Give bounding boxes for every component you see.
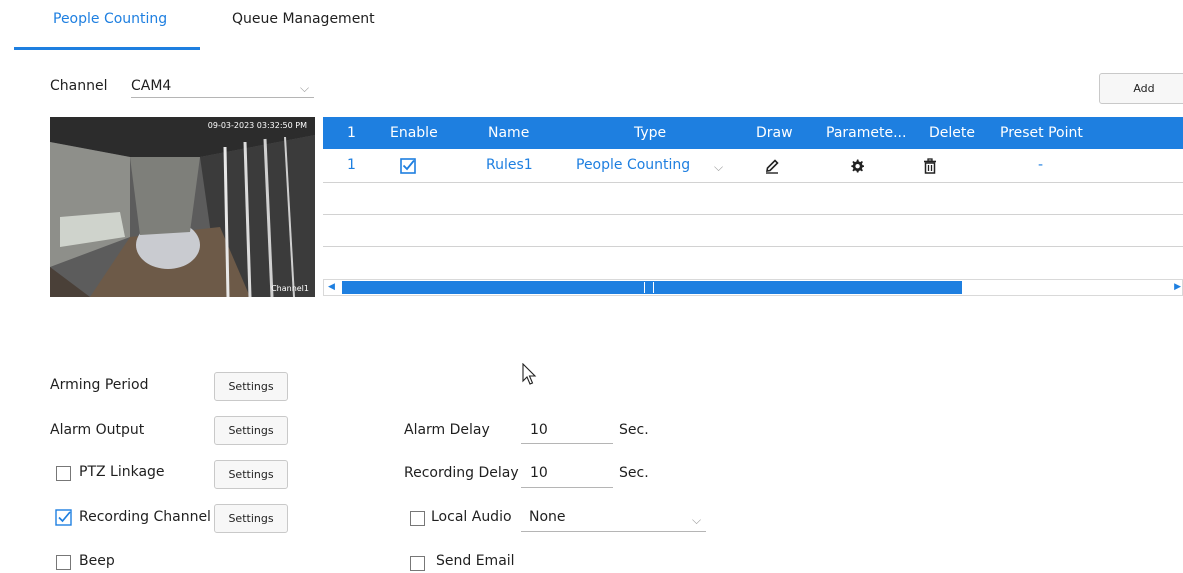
video-channel-label: Channel1 xyxy=(271,284,309,293)
recording-channel-settings-button[interactable]: Settings xyxy=(214,504,288,533)
header-name: Name xyxy=(488,125,530,141)
enable-checkbox[interactable] xyxy=(400,158,416,178)
header-type: Type xyxy=(634,125,667,141)
ptz-linkage-label: PTZ Linkage xyxy=(79,464,165,480)
beep-checkbox[interactable] xyxy=(56,555,71,570)
scroll-right-icon[interactable]: ▶ xyxy=(1174,282,1181,292)
local-audio-checkbox[interactable] xyxy=(410,511,425,526)
channel-label: Channel xyxy=(50,78,108,94)
local-audio-select-value: None xyxy=(529,509,566,525)
alarm-output-settings-button[interactable]: Settings xyxy=(214,416,288,445)
alarm-delay-value: 10 xyxy=(530,422,548,438)
rule-name: Rules1 xyxy=(486,157,533,173)
header-enable: Enable xyxy=(390,125,438,141)
grip-icon xyxy=(644,282,654,293)
tab-people-counting[interactable]: People Counting xyxy=(53,11,167,27)
chevron-down-icon: ⌵ xyxy=(300,81,310,95)
header-delete: Delete xyxy=(929,125,975,141)
ptz-linkage-checkbox[interactable] xyxy=(56,466,71,481)
tab-queue-management[interactable]: Queue Management xyxy=(232,11,375,27)
header-parameters: Paramete... xyxy=(826,125,907,141)
send-email-label: Send Email xyxy=(436,553,515,569)
recording-delay-input[interactable] xyxy=(521,487,613,488)
recording-channel-checkbox[interactable] xyxy=(55,509,72,530)
row-divider xyxy=(323,246,1183,247)
video-preview[interactable]: 09-03-2023 03:32:50 PM Channel1 xyxy=(50,117,315,297)
preset-point-value: - xyxy=(1038,157,1044,173)
alarm-delay-input[interactable] xyxy=(521,443,613,444)
alarm-delay-unit: Sec. xyxy=(619,422,649,438)
video-timestamp: 09-03-2023 03:32:50 PM xyxy=(207,121,307,130)
chevron-down-icon: ⌵ xyxy=(692,513,702,527)
header-preset-point: Preset Point xyxy=(1000,125,1083,141)
checkbox-checked-icon xyxy=(400,158,416,174)
mouse-cursor-icon xyxy=(522,362,538,391)
recording-delay-label: Recording Delay xyxy=(404,465,519,481)
local-audio-select[interactable] xyxy=(521,531,706,532)
rules-table-header: 1 Enable Name Type Draw Paramete... Dele… xyxy=(323,117,1183,149)
scrollbar-thumb[interactable] xyxy=(342,281,962,294)
checkbox-checked-icon xyxy=(55,509,72,526)
arming-period-settings-button[interactable]: Settings xyxy=(214,372,288,401)
chevron-down-icon: ⌵ xyxy=(714,160,724,174)
active-tab-indicator xyxy=(14,47,200,50)
gear-icon[interactable] xyxy=(849,158,865,178)
arming-period-label: Arming Period xyxy=(50,377,149,393)
header-draw: Draw xyxy=(756,125,793,141)
channel-select[interactable] xyxy=(131,97,314,98)
rule-type-select[interactable]: People Counting xyxy=(576,157,690,173)
recording-delay-unit: Sec. xyxy=(619,465,649,481)
row-divider xyxy=(323,182,1183,183)
recording-delay-value: 10 xyxy=(530,465,548,481)
horizontal-scrollbar[interactable]: ◀ ▶ xyxy=(323,279,1183,296)
alarm-delay-label: Alarm Delay xyxy=(404,422,490,438)
scroll-left-icon[interactable]: ◀ xyxy=(328,282,335,292)
trash-icon[interactable] xyxy=(922,158,938,178)
row-index: 1 xyxy=(347,157,356,173)
send-email-checkbox[interactable] xyxy=(410,556,425,571)
alarm-output-label: Alarm Output xyxy=(50,422,145,438)
channel-select-value: CAM4 xyxy=(131,78,172,94)
row-divider xyxy=(323,214,1183,215)
camera-image xyxy=(50,117,315,297)
ptz-linkage-settings-button[interactable]: Settings xyxy=(214,460,288,489)
table-row[interactable]: 1 Rules1 People Counting ⌵ - xyxy=(323,149,1183,182)
header-index: 1 xyxy=(347,125,356,141)
recording-channel-label: Recording Channel xyxy=(79,509,211,525)
add-button[interactable]: Add xyxy=(1099,73,1183,104)
draw-icon[interactable] xyxy=(764,158,780,178)
beep-label: Beep xyxy=(79,553,115,569)
local-audio-label: Local Audio xyxy=(431,509,512,525)
